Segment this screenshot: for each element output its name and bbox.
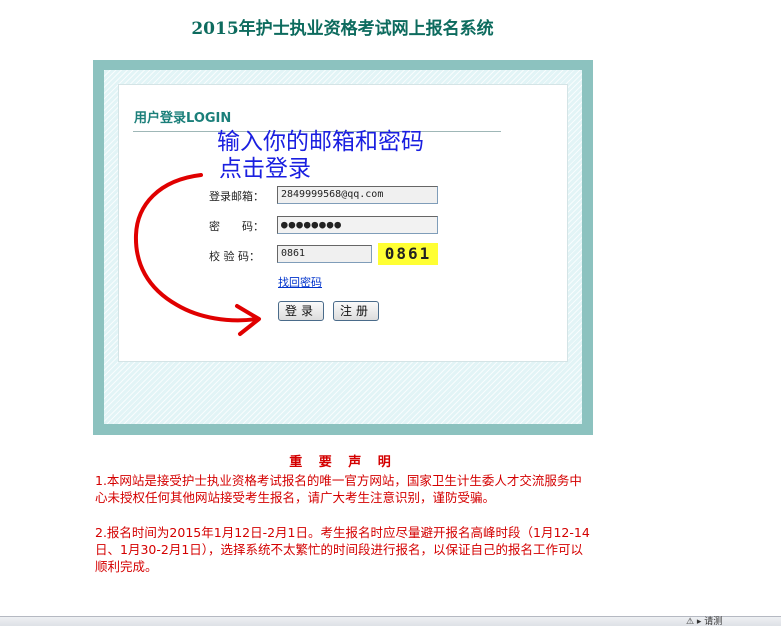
retrieve-password-link[interactable]: 找回密码 bbox=[278, 274, 322, 290]
page: 2015年护士执业资格考试网上报名系统 用户登录LOGIN 输入你的邮箱和密码 … bbox=[0, 0, 781, 626]
notice-item-1: 1.本网站是接受护士执业资格考试报名的唯一官方网站，国家卫生计生委人才交流服务中… bbox=[95, 473, 582, 505]
notice-title: 重 要 声 明 bbox=[289, 455, 397, 470]
page-title: 2015年护士执业资格考试网上报名系统 bbox=[191, 19, 494, 39]
statusbar-text: ⚠ ▸ 请测 bbox=[686, 617, 723, 626]
email-field[interactable]: 2849999568@qq.com bbox=[277, 186, 438, 204]
login-frame: 用户登录LOGIN 输入你的邮箱和密码 点击登录 登录邮箱： 284999956… bbox=[93, 60, 593, 435]
notice-item-2: 2.报名时间为2015年1月12日-2月1日。考生报名时应尽量避开报名高峰时段（… bbox=[95, 525, 590, 574]
password-field[interactable]: ●●●●●●●● bbox=[277, 216, 438, 234]
password-label: 密 码： bbox=[209, 220, 264, 233]
register-button[interactable]: 注册 bbox=[333, 301, 379, 321]
captcha-label: 校 验 码： bbox=[209, 250, 260, 263]
email-label: 登录邮箱： bbox=[209, 190, 264, 203]
login-frame-inner: 用户登录LOGIN 输入你的邮箱和密码 点击登录 登录邮箱： 284999956… bbox=[104, 70, 582, 424]
login-button[interactable]: 登录 bbox=[278, 301, 324, 321]
browser-statusbar: ⚠ ▸ 请测 bbox=[0, 616, 781, 626]
login-card: 用户登录LOGIN 输入你的邮箱和密码 点击登录 登录邮箱： 284999956… bbox=[118, 84, 568, 362]
captcha-image[interactable]: 0861 bbox=[378, 243, 438, 265]
captcha-input[interactable]: 0861 bbox=[277, 245, 372, 263]
